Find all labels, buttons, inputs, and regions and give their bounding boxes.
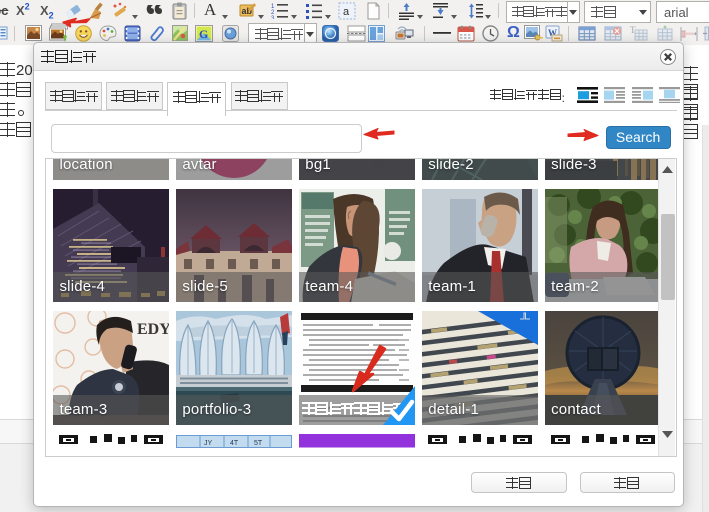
svg-text:JY: JY (204, 440, 213, 447)
svg-text:a: a (343, 6, 350, 18)
svg-text:EDY: EDY (137, 321, 169, 338)
svg-text:G: G (199, 27, 208, 41)
svg-text:3: 3 (271, 16, 275, 19)
svg-text:4T: 4T (230, 440, 239, 447)
svg-text:5T: 5T (254, 440, 263, 447)
